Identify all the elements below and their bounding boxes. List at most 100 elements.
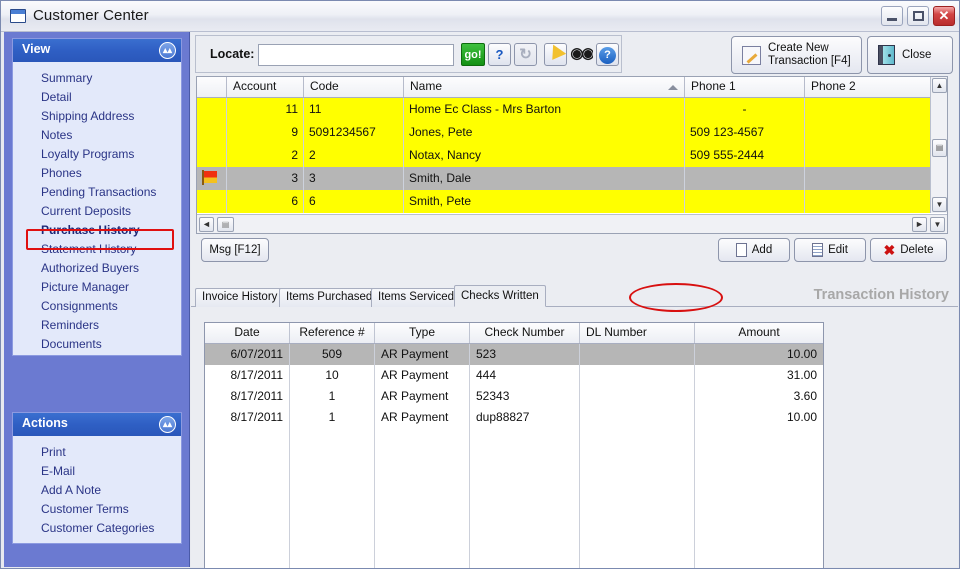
table-row-selected[interactable]: 3 3 Smith, Dale bbox=[197, 167, 947, 190]
cursor-arrow-icon[interactable] bbox=[544, 43, 567, 66]
transaction-tabs: Invoice History Items Purchased Items Se… bbox=[191, 284, 958, 307]
scroll-right-button[interactable]: ► bbox=[912, 217, 927, 232]
msg-button-label: Msg [F12] bbox=[209, 244, 261, 256]
cell-phone1: 509 123-4567 bbox=[685, 121, 805, 144]
table-row[interactable]: 8/17/2011 1 AR Payment 52343 3.60 bbox=[205, 386, 823, 407]
sidebar-item-documents[interactable]: Documents bbox=[13, 334, 181, 353]
sidebar-item-current-deposits[interactable]: Current Deposits bbox=[13, 201, 181, 220]
cell-dl-number bbox=[580, 365, 695, 386]
actions-panel-header[interactable]: Actions ▴▴ bbox=[13, 413, 181, 436]
add-button[interactable]: Add bbox=[718, 238, 790, 262]
window-controls: ✕ bbox=[881, 6, 955, 26]
cell-date: 8/17/2011 bbox=[205, 386, 290, 407]
binoculars-icon[interactable]: ◉◉ bbox=[570, 43, 593, 66]
scroll-left-button[interactable]: ◄ bbox=[199, 217, 214, 232]
column-header-amount[interactable]: Amount bbox=[695, 323, 823, 343]
column-header-code[interactable]: Code bbox=[304, 77, 404, 97]
flag-column-header bbox=[197, 77, 227, 97]
column-header-type[interactable]: Type bbox=[375, 323, 470, 343]
column-header-phone1[interactable]: Phone 1 bbox=[685, 77, 805, 97]
table-row[interactable]: 2 2 Notax, Nancy 509 555-2444 bbox=[197, 144, 947, 167]
sidebar-item-detail[interactable]: Detail bbox=[13, 87, 181, 106]
customer-grid-header: Account Code Name Phone 1 Phone 2 bbox=[197, 77, 947, 98]
create-new-transaction-button[interactable]: Create New Transaction [F4] bbox=[731, 36, 862, 74]
sidebar-item-authorized-buyers[interactable]: Authorized Buyers bbox=[13, 258, 181, 277]
chevron-up-icon[interactable]: ▴▴ bbox=[159, 416, 176, 433]
sidebar-item-loyalty-programs[interactable]: Loyalty Programs bbox=[13, 144, 181, 163]
sidebar-item-notes[interactable]: Notes bbox=[13, 125, 181, 144]
table-row[interactable]: 9 5091234567 Jones, Pete 509 123-4567 bbox=[197, 121, 947, 144]
view-panel-header[interactable]: View ▴▴ bbox=[13, 39, 181, 62]
table-row[interactable]: 6 6 Smith, Pete bbox=[197, 190, 947, 213]
tab-checks-written[interactable]: Checks Written bbox=[454, 285, 546, 307]
cell-account: 2 bbox=[227, 144, 304, 167]
column-header-dl-number[interactable]: DL Number bbox=[580, 323, 695, 343]
table-row[interactable]: 8/17/2011 1 AR Payment dup88827 10.00 bbox=[205, 407, 823, 428]
column-header-check-number[interactable]: Check Number bbox=[470, 323, 580, 343]
sidebar-item-picture-manager[interactable]: Picture Manager bbox=[13, 277, 181, 296]
sidebar-item-phones[interactable]: Phones bbox=[13, 163, 181, 182]
red-flag-icon bbox=[202, 170, 217, 185]
edit-button[interactable]: Edit bbox=[794, 238, 866, 262]
maximize-button[interactable] bbox=[907, 6, 929, 26]
msg-button[interactable]: Msg [F12] bbox=[201, 238, 269, 262]
delete-button-label: Delete bbox=[900, 244, 934, 256]
table-row[interactable]: 11 11 Home Ec Class - Mrs Barton - bbox=[197, 98, 947, 121]
sidebar-item-statement-history[interactable]: Statement History bbox=[13, 239, 181, 258]
sidebar-item-reminders[interactable]: Reminders bbox=[13, 315, 181, 334]
tab-items-purchased[interactable]: Items Purchased bbox=[279, 288, 380, 307]
sidebar-item-shipping-address[interactable]: Shipping Address bbox=[13, 106, 181, 125]
sidebar-item-pending-transactions[interactable]: Pending Transactions bbox=[13, 182, 181, 201]
action-item-print[interactable]: Print bbox=[13, 442, 181, 461]
delete-button[interactable]: ✖ Delete bbox=[870, 238, 947, 262]
grid-vertical-scrollbar[interactable]: ▲ ▤ ▼ bbox=[930, 77, 947, 213]
scroll-up-button[interactable]: ▲ bbox=[932, 78, 947, 93]
chevron-up-icon[interactable]: ▴▴ bbox=[159, 42, 176, 59]
delete-x-icon: ✖ bbox=[883, 242, 896, 258]
sidebar-item-summary[interactable]: Summary bbox=[13, 68, 181, 87]
question-mark-icon[interactable]: ? bbox=[488, 43, 511, 66]
action-item-customer-categories[interactable]: Customer Categories bbox=[13, 518, 181, 537]
scroll-down-button[interactable]: ▼ bbox=[932, 197, 947, 212]
refresh-icon[interactable]: ↻ bbox=[514, 43, 537, 66]
row-flag-cell bbox=[197, 190, 227, 213]
help-circle-icon[interactable]: ? bbox=[596, 43, 619, 66]
cell-name: Home Ec Class - Mrs Barton bbox=[404, 98, 685, 121]
sidebar-item-purchase-history[interactable]: Purchase History bbox=[13, 220, 181, 239]
locate-input[interactable] bbox=[258, 44, 454, 66]
hscroll-thumb[interactable]: ▤ bbox=[217, 217, 234, 232]
action-item-add-a-note[interactable]: Add A Note bbox=[13, 480, 181, 499]
go-button[interactable]: go! bbox=[461, 43, 485, 66]
pencil-edit-icon bbox=[742, 45, 761, 65]
cell-account: 3 bbox=[227, 167, 304, 190]
action-item-customer-terms[interactable]: Customer Terms bbox=[13, 499, 181, 518]
sidebar-item-consignments[interactable]: Consignments bbox=[13, 296, 181, 315]
column-header-name[interactable]: Name bbox=[404, 77, 685, 97]
locate-label: Locate: bbox=[210, 47, 255, 61]
scroll-thumb[interactable]: ▤ bbox=[932, 139, 947, 157]
scroll-down-corner-button[interactable]: ▼ bbox=[930, 217, 945, 232]
tab-items-serviced[interactable]: Items Serviced bbox=[371, 288, 462, 307]
close-window-button[interactable]: ✕ bbox=[933, 6, 955, 26]
table-row[interactable]: 8/17/2011 10 AR Payment 444 31.00 bbox=[205, 365, 823, 386]
tab-invoice-history[interactable]: Invoice History bbox=[195, 288, 285, 307]
action-item-email[interactable]: E-Mail bbox=[13, 461, 181, 480]
cell-check-number: 52343 bbox=[470, 386, 580, 407]
minimize-button[interactable] bbox=[881, 6, 903, 26]
cell-type: AR Payment bbox=[375, 407, 470, 428]
cell-phone1: 509 555-2444 bbox=[685, 144, 805, 167]
actions-panel-items: Print E-Mail Add A Note Customer Terms C… bbox=[13, 436, 181, 545]
close-button[interactable]: Close bbox=[867, 36, 953, 74]
column-header-date[interactable]: Date bbox=[205, 323, 290, 343]
column-header-reference[interactable]: Reference # bbox=[290, 323, 375, 343]
cell-check-number: dup88827 bbox=[470, 407, 580, 428]
title-bar: Customer Center ✕ bbox=[1, 1, 959, 32]
row-flag-cell bbox=[197, 121, 227, 144]
grid-horizontal-scrollbar[interactable]: ◄ ▤ ► ▼ bbox=[197, 214, 947, 233]
column-header-account[interactable]: Account bbox=[227, 77, 304, 97]
view-panel-title: View bbox=[22, 42, 51, 56]
table-row-selected[interactable]: 6/07/2011 509 AR Payment 523 10.00 bbox=[205, 344, 823, 365]
new-page-icon bbox=[735, 243, 747, 257]
cell-check-number: 444 bbox=[470, 365, 580, 386]
column-header-phone2[interactable]: Phone 2 bbox=[805, 77, 931, 97]
